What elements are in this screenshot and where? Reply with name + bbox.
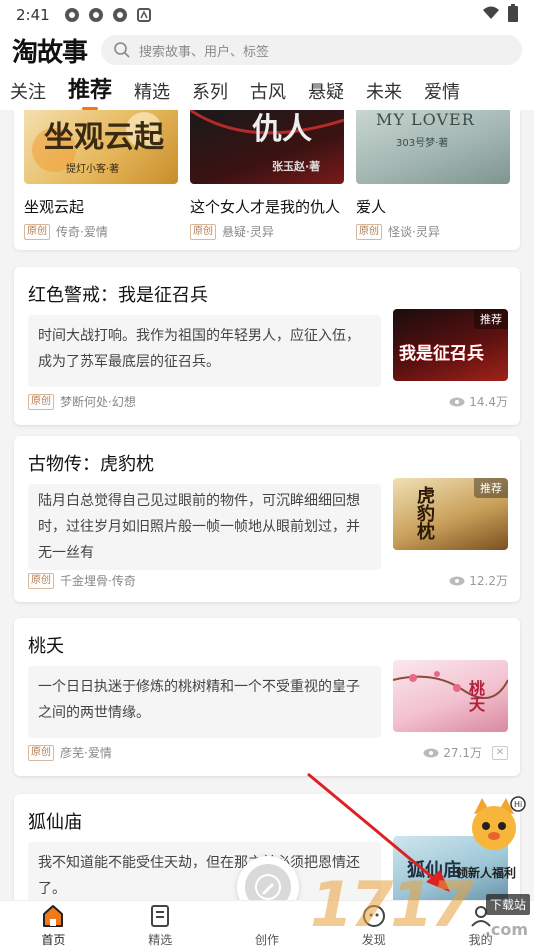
book-title: 这个女人才是我的仇人 xyxy=(190,198,341,216)
view-count: 12.2万 xyxy=(449,572,508,589)
settings-notification-icon xyxy=(112,7,128,23)
story-title: 桃夭 xyxy=(28,636,64,657)
story-excerpt: 时间大战打响。我作为祖国的年轻男人，应征入伍，成为了苏军最底层的征召兵。 xyxy=(28,315,381,387)
eye-icon xyxy=(449,576,465,585)
cover-title: MY LOVER xyxy=(376,110,475,129)
cover-title: 我是征召兵 xyxy=(399,344,484,364)
status-bar: 2:41 xyxy=(0,0,534,30)
book-title: 坐观云起 xyxy=(24,198,85,216)
original-tag: 原创 xyxy=(190,223,216,240)
settings-notification-icon xyxy=(88,7,104,23)
eye-icon xyxy=(449,397,465,406)
story-meta: 原创 彦芜·爱情 xyxy=(28,744,112,761)
app-notification-icon xyxy=(136,7,152,23)
cat-mascot-icon: Hi xyxy=(472,796,526,850)
original-tag: 原创 xyxy=(24,223,50,240)
views-value: 27.1万 xyxy=(443,746,482,760)
category-tabs: 关注 推荐 精选 系列 古风 悬疑 未来 爱情 xyxy=(0,70,534,110)
dismiss-icon[interactable]: ✕ xyxy=(492,745,508,760)
story-cover: 虎豹枕 推荐 xyxy=(393,478,508,550)
settings-notification-icon xyxy=(64,7,80,23)
search-placeholder: 搜索故事、用户、标签 xyxy=(139,44,270,60)
book-cover: 坐观云起 提灯小客·著 xyxy=(24,110,178,184)
recommend-badge: 推荐 xyxy=(474,478,508,498)
svg-text:Hi: Hi xyxy=(514,800,522,809)
tab-featured[interactable]: 精选 xyxy=(134,78,170,104)
grid-book[interactable]: 坐观云起 提灯小客·著 坐观云起 原创 传奇·爱情 xyxy=(24,110,178,240)
cover-author: 提灯小客·著 xyxy=(66,164,120,175)
views-value: 12.2万 xyxy=(469,574,508,588)
original-tag: 原创 xyxy=(28,572,54,589)
watermark-text: 1717 xyxy=(310,868,474,941)
home-icon xyxy=(43,905,64,927)
story-title: 狐仙庙 xyxy=(28,812,82,833)
book-genre: 传奇·爱情 xyxy=(56,225,108,239)
story-cover: 我是征召兵 推荐 xyxy=(393,309,508,381)
story-excerpt: 一个日日执迷于修炼的桃树精和一个不受重视的皇子之间的两世情缘。 xyxy=(28,666,381,738)
story-card[interactable]: 古物传：虎豹枕 陆月白总觉得自己见过眼前的物件，可沉眸细细回想时，过往岁月如旧照… xyxy=(14,436,520,602)
tab-recommend[interactable]: 推荐 xyxy=(68,72,112,110)
recommend-badge: 推荐 xyxy=(474,309,508,329)
nav-label: 首页 xyxy=(41,933,66,947)
story-excerpt: 陆月白总觉得自己见过眼前的物件，可沉眸细细回想时，过往岁月如旧照片般一帧一帧地从… xyxy=(28,484,381,570)
book-meta: 原创 怪谈·灵异 xyxy=(356,223,440,240)
cover-title: 虎豹枕 xyxy=(414,486,435,540)
nav-label: 精选 xyxy=(148,933,173,947)
story-card[interactable]: 红色警戒：我是征召兵 时间大战打响。我作为祖国的年轻男人，应征入伍，成为了苏军最… xyxy=(14,267,520,425)
watermark-download: 下载站 xyxy=(485,894,530,915)
tab-suspense[interactable]: 悬疑 xyxy=(308,78,344,104)
site-watermark: 1717 下载站 .com xyxy=(310,858,534,950)
story-author-genre: 梦断何处·幻想 xyxy=(60,395,136,409)
story-cover: 桃夭 xyxy=(393,660,508,732)
app-header: 淘故事 搜索故事、用户、标签 xyxy=(0,30,534,70)
book-grid: 坐观云起 提灯小客·著 坐观云起 原创 传奇·爱情 仇人 张玉赵·著 这个女人才… xyxy=(14,110,520,250)
cover-author: 303号梦·著 xyxy=(396,138,449,149)
story-meta: 原创 千金埋骨·传奇 xyxy=(28,572,136,589)
book-title: 爱人 xyxy=(356,198,387,216)
wifi-icon xyxy=(482,6,500,24)
nav-label: 创作 xyxy=(254,933,279,947)
original-tag: 原创 xyxy=(28,744,54,761)
story-author-genre: 千金埋骨·传奇 xyxy=(60,574,136,588)
nav-home[interactable]: 首页 xyxy=(0,901,107,950)
cover-title: 桃夭 xyxy=(466,680,485,712)
status-time: 2:41 xyxy=(16,6,50,24)
book-genre: 怪谈·灵异 xyxy=(388,225,440,239)
book-genre: 悬疑·灵异 xyxy=(222,225,274,239)
views-value: 14.4万 xyxy=(469,395,508,409)
book-cover: 仇人 张玉赵·著 xyxy=(190,110,344,184)
book-icon xyxy=(151,905,170,927)
tab-series[interactable]: 系列 xyxy=(192,78,228,104)
tab-romance[interactable]: 爱情 xyxy=(424,78,460,104)
original-tag: 原创 xyxy=(28,393,54,410)
cover-author: 张玉赵·著 xyxy=(272,160,321,173)
search-icon xyxy=(114,42,130,58)
view-count: 14.4万 xyxy=(449,393,508,410)
book-meta: 原创 悬疑·灵异 xyxy=(190,223,274,240)
battery-icon xyxy=(508,4,518,26)
tab-future[interactable]: 未来 xyxy=(366,78,402,104)
tab-follow[interactable]: 关注 xyxy=(10,78,46,104)
story-meta: 原创 梦断何处·幻想 xyxy=(28,393,136,410)
tab-ancient[interactable]: 古风 xyxy=(250,78,286,104)
nav-featured[interactable]: 精选 xyxy=(107,901,214,950)
watermark-domain: .com xyxy=(484,920,528,939)
cover-title: 仇人 xyxy=(252,112,312,147)
story-author-genre: 彦芜·爱情 xyxy=(60,746,112,760)
grid-book[interactable]: MY LOVER 303号梦·著 爱人 原创 怪谈·灵异 xyxy=(356,110,510,240)
book-cover: MY LOVER 303号梦·著 xyxy=(356,110,510,184)
app-logo: 淘故事 xyxy=(12,37,88,68)
story-title: 古物传：虎豹枕 xyxy=(28,454,154,475)
story-card[interactable]: 桃夭 一个日日执迷于修炼的桃树精和一个不受重视的皇子之间的两世情缘。 桃夭 原创… xyxy=(14,618,520,776)
view-count: 27.1万 ✕ xyxy=(423,744,508,761)
nav-create[interactable]: 创作 xyxy=(214,901,321,950)
grid-book[interactable]: 仇人 张玉赵·著 这个女人才是我的仇人 原创 悬疑·灵异 xyxy=(190,110,344,240)
original-tag: 原创 xyxy=(356,223,382,240)
search-input[interactable]: 搜索故事、用户、标签 xyxy=(101,35,522,65)
pen-icon xyxy=(255,874,281,900)
eye-icon xyxy=(423,748,439,757)
story-title: 红色警戒：我是征召兵 xyxy=(28,285,208,306)
cover-title: 坐观云起 xyxy=(44,120,164,155)
book-meta: 原创 传奇·爱情 xyxy=(24,223,108,240)
